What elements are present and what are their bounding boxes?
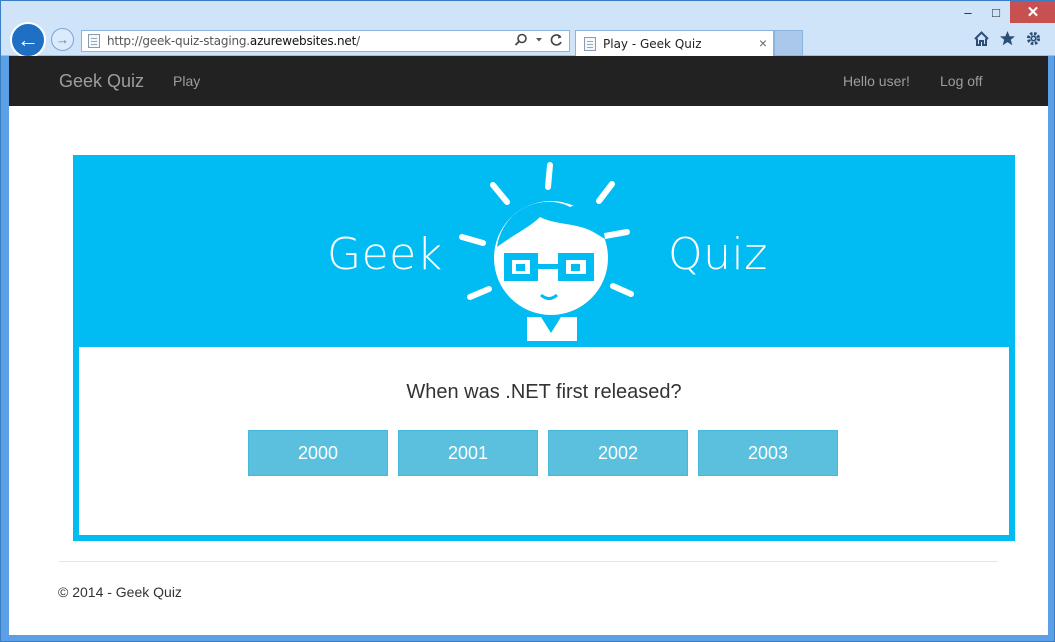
hero-word-left: Geek: [327, 229, 443, 280]
address-url[interactable]: http://geek-quiz-staging.azurewebsites.n…: [107, 34, 360, 48]
site-navbar: Geek Quiz Play Hello user! Log off: [9, 56, 1048, 106]
address-bar[interactable]: http://geek-quiz-staging.azurewebsites.n…: [81, 30, 570, 52]
forward-button[interactable]: →: [51, 28, 74, 51]
refresh-icon[interactable]: [550, 33, 563, 47]
tab-title: Play - Geek Quiz: [603, 36, 702, 51]
forward-arrow-icon: →: [56, 32, 69, 47]
minimize-button[interactable]: –: [954, 1, 982, 23]
back-arrow-icon: ←: [17, 27, 39, 52]
answer-button-1[interactable]: 2000: [248, 430, 388, 476]
quiz-panel: Geek Quiz When was .NET first released? …: [73, 155, 1015, 541]
maximize-button[interactable]: □: [982, 1, 1010, 23]
nav-link-play[interactable]: Play: [173, 73, 200, 89]
search-icon[interactable]: [514, 33, 528, 47]
answer-button-2[interactable]: 2001: [398, 430, 538, 476]
browser-window: – □ ✕ ← → http://geek-quiz-staging.azure…: [0, 0, 1055, 642]
browser-toolbar-icons: [973, 30, 1042, 47]
nav-link-hello-user[interactable]: Hello user!: [843, 73, 910, 89]
window-caption-buttons: – □ ✕: [954, 1, 1055, 23]
answer-button-4[interactable]: 2003: [698, 430, 838, 476]
tab-page-icon: [584, 36, 596, 51]
close-window-button[interactable]: ✕: [1010, 1, 1055, 23]
page-viewport: Geek Quiz Play Hello user! Log off Geek: [9, 56, 1048, 635]
nav-link-log-off[interactable]: Log off: [940, 73, 983, 89]
page-icon: [88, 34, 100, 48]
tab-play-geek-quiz[interactable]: Play - Geek Quiz ×: [575, 30, 774, 56]
answer-button-3[interactable]: 2002: [548, 430, 688, 476]
url-suffix: /: [356, 34, 360, 48]
quiz-question: When was .NET first released?: [406, 381, 682, 403]
tab-close-icon[interactable]: ×: [759, 35, 767, 51]
footer-divider: [59, 561, 998, 562]
new-tab-button[interactable]: [774, 30, 803, 56]
favorites-star-icon[interactable]: [999, 30, 1016, 47]
browser-chrome: – □ ✕ ← → http://geek-quiz-staging.azure…: [1, 1, 1055, 58]
hero-word-right: Quiz: [668, 229, 768, 280]
url-prefix: http://geek-quiz-staging.: [107, 34, 250, 48]
url-domain: azurewebsites.net: [249, 34, 357, 48]
settings-gear-icon[interactable]: [1025, 30, 1042, 47]
home-icon[interactable]: [973, 30, 990, 47]
navbar-brand[interactable]: Geek Quiz: [59, 71, 144, 92]
dropdown-chevron-icon[interactable]: [535, 33, 543, 47]
quiz-hero-banner: Geek Quiz: [79, 161, 1009, 347]
address-tools: [514, 33, 563, 47]
footer-copyright: © 2014 - Geek Quiz: [58, 584, 182, 600]
back-button[interactable]: ←: [10, 22, 46, 58]
geek-mascot-logo: [459, 162, 634, 341]
answer-options: 2000 2001 2002 2003: [248, 430, 838, 476]
